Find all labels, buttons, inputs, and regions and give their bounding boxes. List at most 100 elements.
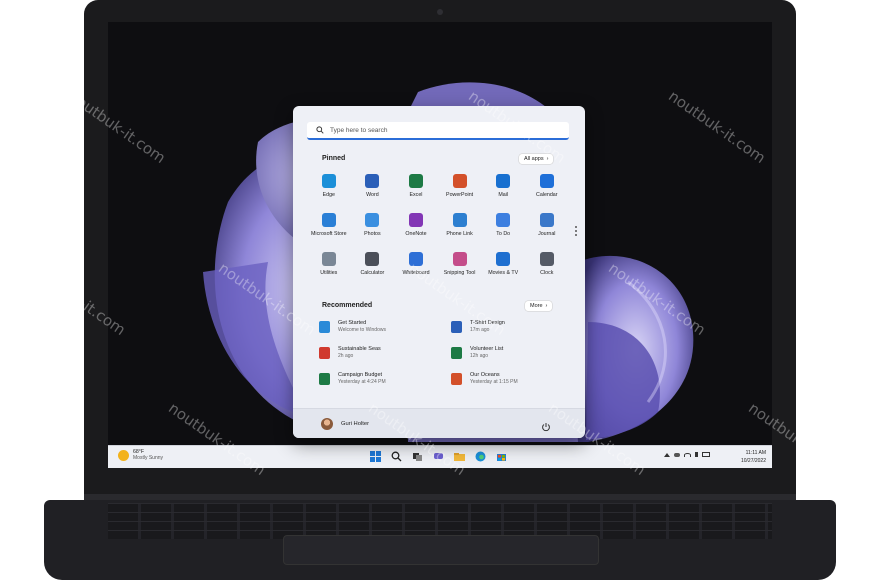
pinned-app[interactable]: OneNote — [394, 213, 438, 252]
pinned-app-label: Word — [366, 192, 379, 198]
recommended-title: Campaign Budget — [338, 372, 383, 378]
start-menu: Type here to search Pinned All apps › Ed… — [293, 106, 585, 438]
store-taskbar-icon[interactable] — [494, 449, 509, 464]
pinned-app[interactable]: Utilities — [307, 252, 351, 291]
pinned-app[interactable]: Microsoft Store — [307, 213, 351, 252]
mail-icon — [496, 174, 511, 188]
pinned-app-label: To Do — [496, 231, 511, 237]
recommended-title: Volunteer List — [470, 346, 504, 352]
clock-icon — [539, 252, 554, 266]
wifi-icon[interactable] — [684, 452, 691, 457]
cloud-icon[interactable] — [674, 452, 680, 457]
utilities-icon — [321, 252, 336, 266]
pinned-app[interactable]: Word — [351, 174, 395, 213]
pinned-app-label: Clock — [540, 270, 554, 276]
pinned-app-label: PowerPoint — [446, 192, 474, 198]
store-icon — [321, 213, 336, 227]
recommended-item[interactable]: Campaign Budget Yesterday at 4:24 PM — [319, 372, 451, 398]
taskbar-clock[interactable]: 11:11 AM 10/27/2022 — [728, 449, 766, 465]
recommended-item[interactable]: Sustainable Seas 2h ago — [319, 346, 451, 372]
recommended-subtitle: 2h ago — [338, 353, 354, 359]
word-doc-icon — [451, 321, 462, 333]
all-apps-label: All apps — [524, 156, 544, 162]
excel-icon — [408, 174, 423, 188]
more-label: More — [530, 303, 543, 309]
pinned-app-label: Phone Link — [446, 231, 473, 237]
pinned-app[interactable]: PowerPoint — [438, 174, 482, 213]
avatar[interactable] — [321, 418, 333, 430]
keyboard-rows — [108, 503, 772, 539]
pinned-app-label: Calendar — [536, 192, 558, 198]
power-icon[interactable] — [541, 419, 551, 432]
phone-link-icon — [452, 213, 467, 227]
recommended-title: Sustainable Seas — [338, 346, 381, 352]
recommended-item[interactable]: Get Started Welcome to Windows — [319, 320, 451, 346]
weather-widget[interactable]: 68°F Mostly Sunny — [118, 449, 163, 461]
recommended-subtitle: 12h ago — [470, 353, 489, 359]
webcam — [437, 9, 443, 15]
weather-desc: Mostly Sunny — [133, 455, 164, 461]
recommended-title: Recommended — [322, 302, 373, 309]
pinned-app-label: Edge — [322, 192, 335, 198]
recommended-list: Get Started Welcome to Windows T-Shirt Des… — [319, 320, 569, 398]
more-button[interactable]: More › — [525, 301, 553, 311]
pinned-app-label: Excel — [409, 192, 423, 198]
sun-icon — [118, 449, 129, 461]
battery-icon[interactable] — [702, 452, 710, 457]
recommended-subtitle: Yesterday at 1:15 PM — [470, 379, 518, 385]
onenote-icon — [408, 213, 423, 227]
pinned-app[interactable]: Calculator — [351, 252, 395, 291]
pinned-app[interactable]: Calendar — [525, 174, 569, 213]
chevron-right-icon: › — [545, 303, 548, 309]
recommended-item[interactable]: Our Oceans Yesterday at 1:15 PM — [451, 372, 569, 398]
powerpoint-icon — [452, 174, 467, 188]
start-footer: Guri Holter — [293, 408, 585, 438]
pinned-app[interactable]: Clock — [525, 252, 569, 291]
todo-icon — [496, 213, 511, 227]
photos-icon — [365, 213, 380, 227]
pinned-app[interactable]: Movies & TV — [481, 252, 525, 291]
system-tray[interactable] — [664, 452, 710, 457]
pinned-app-label: Utilities — [320, 270, 338, 276]
calculator-icon — [365, 252, 380, 266]
search-icon — [313, 123, 327, 137]
pinned-app-label: Snipping Tool — [443, 270, 476, 276]
recommended-subtitle: Yesterday at 4:24 PM — [338, 379, 386, 385]
pinned-app[interactable]: To Do — [481, 213, 525, 252]
pinned-app-label: Movies & TV — [488, 270, 519, 276]
recommended-title: Our Oceans — [470, 372, 500, 378]
pinned-title: Pinned — [322, 155, 346, 162]
excel-doc-icon — [451, 347, 462, 359]
search-icon[interactable] — [389, 449, 404, 464]
clock-time: 11:11 AM — [745, 450, 766, 456]
excel-doc-icon — [319, 373, 330, 385]
pinned-app[interactable]: Photos — [351, 213, 395, 252]
pinned-app[interactable]: Excel — [394, 174, 438, 213]
page-dots[interactable] — [575, 224, 579, 238]
calendar-icon — [539, 174, 554, 188]
pinned-app-label: Journal — [538, 231, 556, 237]
edge-taskbar-icon[interactable] — [473, 449, 488, 464]
clock-date: 10/27/2022 — [740, 458, 766, 464]
recommended-title: Get Started — [338, 320, 367, 326]
get-started-icon — [319, 321, 330, 333]
volume-icon[interactable] — [695, 452, 698, 457]
pinned-app[interactable]: Mail — [481, 174, 525, 213]
recommended-item[interactable]: Volunteer List 12h ago — [451, 346, 569, 372]
recommended-subtitle: Welcome to Windows — [338, 327, 386, 333]
pinned-app[interactable]: Journal — [525, 213, 569, 252]
chevron-up-icon[interactable] — [664, 452, 670, 457]
user-name[interactable]: Guri Holter — [341, 421, 369, 427]
pinned-apps-grid: Edge Word Excel PowerPoint Mail Calendar Micro… — [307, 174, 569, 291]
pinned-app-label: Photos — [364, 231, 381, 237]
recommended-item[interactable]: T-Shirt Design 17m ago — [451, 320, 569, 346]
powerpoint-doc-icon — [451, 373, 462, 385]
pinned-app[interactable]: Phone Link — [438, 213, 482, 252]
search-placeholder: Type here to search — [330, 126, 388, 134]
pinned-app-label: Mail — [498, 192, 509, 198]
movies-tv-icon — [496, 252, 511, 266]
word-icon — [365, 174, 380, 188]
pdf-icon — [319, 347, 330, 359]
windows-start-icon[interactable] — [368, 449, 383, 464]
pinned-app[interactable]: Edge — [307, 174, 351, 213]
